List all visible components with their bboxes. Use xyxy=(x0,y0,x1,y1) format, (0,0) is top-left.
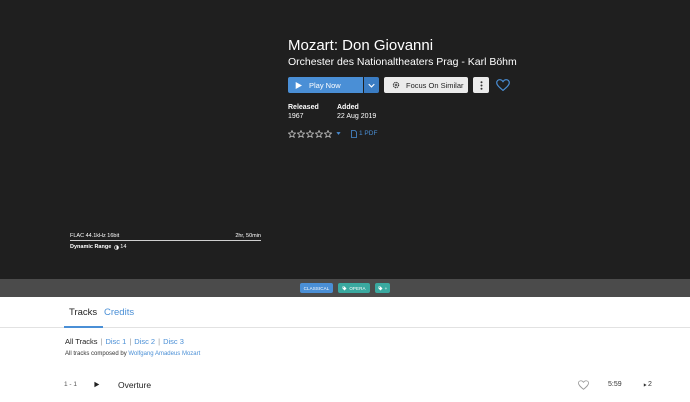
caret-down-icon[interactable] xyxy=(335,130,342,137)
composer-link[interactable]: Wolfgang Amadeus Mozart xyxy=(128,351,200,357)
album-header: Mozart: Don Giovanni Orchester des Natio… xyxy=(0,0,690,279)
separator: | xyxy=(129,337,132,346)
tag-icon xyxy=(378,286,383,290)
track-duration: 5:59 xyxy=(608,381,622,388)
heart-icon xyxy=(496,79,510,91)
separator: | xyxy=(158,337,161,346)
play-now-button[interactable]: Play Now xyxy=(288,77,363,93)
tag-classical[interactable]: CLASSICAL xyxy=(299,283,334,293)
more-vertical-icon xyxy=(480,80,482,90)
added-value: 22 Aug 2019 xyxy=(337,113,377,120)
gear-icon xyxy=(392,81,400,89)
album-title: Mozart: Don Giovanni xyxy=(288,37,434,54)
disc-filter-1[interactable]: Disc 1 xyxy=(105,337,126,346)
add-tag-label: + xyxy=(384,285,388,291)
added-label: Added xyxy=(337,104,359,111)
star-icon[interactable] xyxy=(297,129,305,138)
composer-note: All tracks composed by Wolfgang Amadeus … xyxy=(65,351,200,357)
genre-tags-bar: CLASSICAL OPERA + xyxy=(0,279,690,297)
released-label: Released xyxy=(288,104,319,111)
play-count-value: 2 xyxy=(648,381,652,388)
disc-filter: All Tracks | Disc 1 | Disc 2 | Disc 3 xyxy=(65,337,184,346)
tag-label: CLASSICAL xyxy=(303,285,330,291)
play-icon xyxy=(295,81,302,89)
disc-filter-all[interactable]: All Tracks xyxy=(65,337,98,346)
star-icon[interactable] xyxy=(315,129,323,138)
tab-tracks[interactable]: Tracks xyxy=(69,307,97,318)
tag-opera[interactable]: OPERA xyxy=(338,283,370,293)
added-info: Added 22 Aug 2019 xyxy=(337,104,376,120)
tab-credits[interactable]: Credits xyxy=(104,307,134,318)
album-artists[interactable]: Orchester des Nationaltheaters Prag - Ka… xyxy=(288,56,517,68)
star-rating[interactable] xyxy=(288,129,332,138)
document-icon xyxy=(351,129,357,138)
focus-on-similar-label: Focus On Similar xyxy=(406,80,464,90)
separator: | xyxy=(100,337,103,346)
disc-filter-2[interactable]: Disc 2 xyxy=(134,337,155,346)
released-value: 1967 xyxy=(288,113,304,120)
track-number: 1 - 1 xyxy=(64,381,78,388)
composer-prefix: All tracks composed by xyxy=(65,351,127,357)
more-options-button[interactable] xyxy=(473,77,489,93)
favorite-button[interactable] xyxy=(495,77,511,93)
add-tag-button[interactable]: + xyxy=(374,283,391,293)
pdf-link[interactable]: 1 PDF xyxy=(351,129,378,138)
dynamic-range-value: 14 xyxy=(120,244,127,250)
play-count-icon xyxy=(643,382,647,387)
track-play-count: 2 xyxy=(643,381,652,388)
chevron-down-icon xyxy=(368,83,375,88)
tag-label: OPERA xyxy=(349,285,366,291)
technical-info: FLAC 44.1kHz 16bit 2hr, 50min Dynamic Ra… xyxy=(70,233,261,250)
content-tabs: Tracks Credits xyxy=(0,297,690,328)
play-now-label: Play Now xyxy=(309,80,341,90)
released-info: Released 1967 xyxy=(288,104,319,120)
play-options-dropdown[interactable] xyxy=(364,77,379,93)
track-title[interactable]: Overture xyxy=(118,380,151,390)
total-duration: 2hr, 50min xyxy=(235,233,261,239)
star-icon[interactable] xyxy=(306,129,314,138)
active-tab-indicator xyxy=(64,326,103,328)
pdf-label: 1 PDF xyxy=(359,130,378,137)
disc-filter-3[interactable]: Disc 3 xyxy=(163,337,184,346)
dynamic-range-label: Dynamic Range xyxy=(70,244,112,250)
star-icon[interactable] xyxy=(288,129,296,138)
rating-row: 1 PDF xyxy=(288,129,377,138)
star-icon[interactable] xyxy=(324,129,332,138)
half-circle-icon xyxy=(114,244,120,250)
tag-icon xyxy=(342,286,347,290)
track-row[interactable]: 1 - 1 Overture 5:59 2 xyxy=(0,373,690,397)
action-bar: Play Now Focus On Similar xyxy=(288,77,511,93)
heart-icon[interactable] xyxy=(578,380,589,390)
focus-on-similar-button[interactable]: Focus On Similar xyxy=(384,77,468,93)
audio-format: FLAC 44.1kHz 16bit xyxy=(70,233,120,239)
play-icon[interactable] xyxy=(93,381,100,388)
